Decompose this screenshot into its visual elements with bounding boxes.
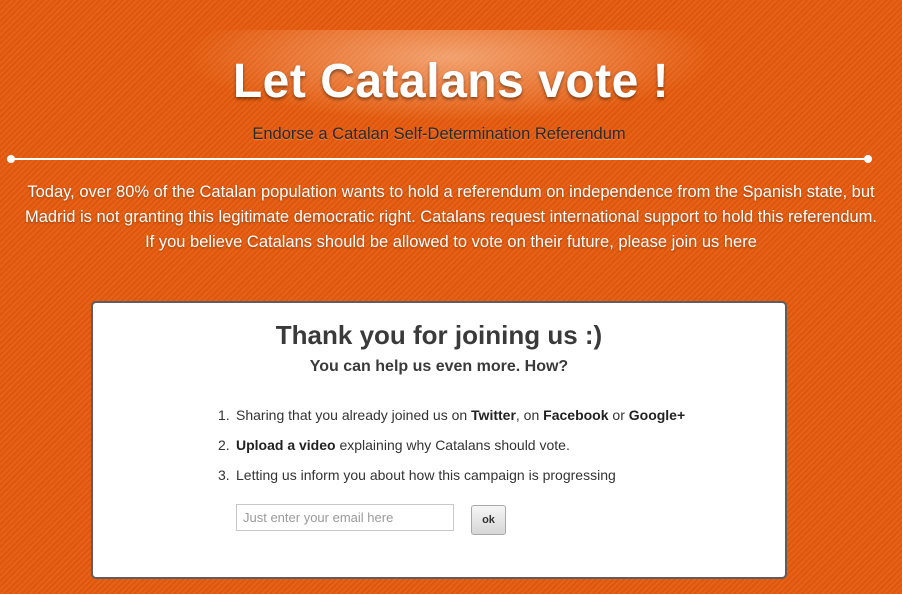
intro-line: Madrid is not granting this legitimate d… xyxy=(24,208,878,226)
ok-button[interactable]: ok xyxy=(471,505,506,535)
page-title: Let Catalans vote ! xyxy=(232,55,670,108)
step-subscribe: 3. Letting us inform you about how this … xyxy=(218,465,685,495)
google-plus-link[interactable]: Google+ xyxy=(629,407,685,423)
upload-video-link[interactable]: Upload a video xyxy=(236,437,336,453)
divider xyxy=(7,155,872,163)
intro-line: Today, over 80% of the Catalan populatio… xyxy=(27,183,875,201)
panel-title: Thank you for joining us :) xyxy=(275,320,603,350)
step-text: Letting us inform you about how this cam… xyxy=(236,467,616,483)
step-number: 3. xyxy=(218,467,230,483)
page-subtitle: Endorse a Catalan Self-Determination Ref… xyxy=(252,125,626,143)
thank-you-panel: Thank you for joining us :) You can help… xyxy=(91,301,787,579)
step-number: 1. xyxy=(218,407,230,423)
facebook-link[interactable]: Facebook xyxy=(543,407,608,423)
step-text: , on xyxy=(515,407,544,423)
steps-list: 1. Sharing that you already joined us on… xyxy=(218,405,685,495)
twitter-link[interactable]: Twitter xyxy=(471,407,516,423)
panel-subtitle: You can help us even more. How? xyxy=(309,358,569,375)
divider-dot-left xyxy=(7,155,15,163)
email-input[interactable] xyxy=(236,504,454,531)
intro-text: Today, over 80% of the Catalan populatio… xyxy=(0,180,902,255)
step-text: or xyxy=(608,407,629,423)
step-share: 1. Sharing that you already joined us on… xyxy=(218,405,685,435)
step-upload-video: 2. Upload a video explaining why Catalan… xyxy=(218,435,685,465)
step-number: 2. xyxy=(218,437,230,453)
intro-line: If you believe Catalans should be allowe… xyxy=(145,233,757,251)
divider-dot-right xyxy=(864,155,872,163)
step-text: Sharing that you already joined us on xyxy=(236,407,472,423)
step-text: explaining why Catalans should vote. xyxy=(335,437,570,453)
